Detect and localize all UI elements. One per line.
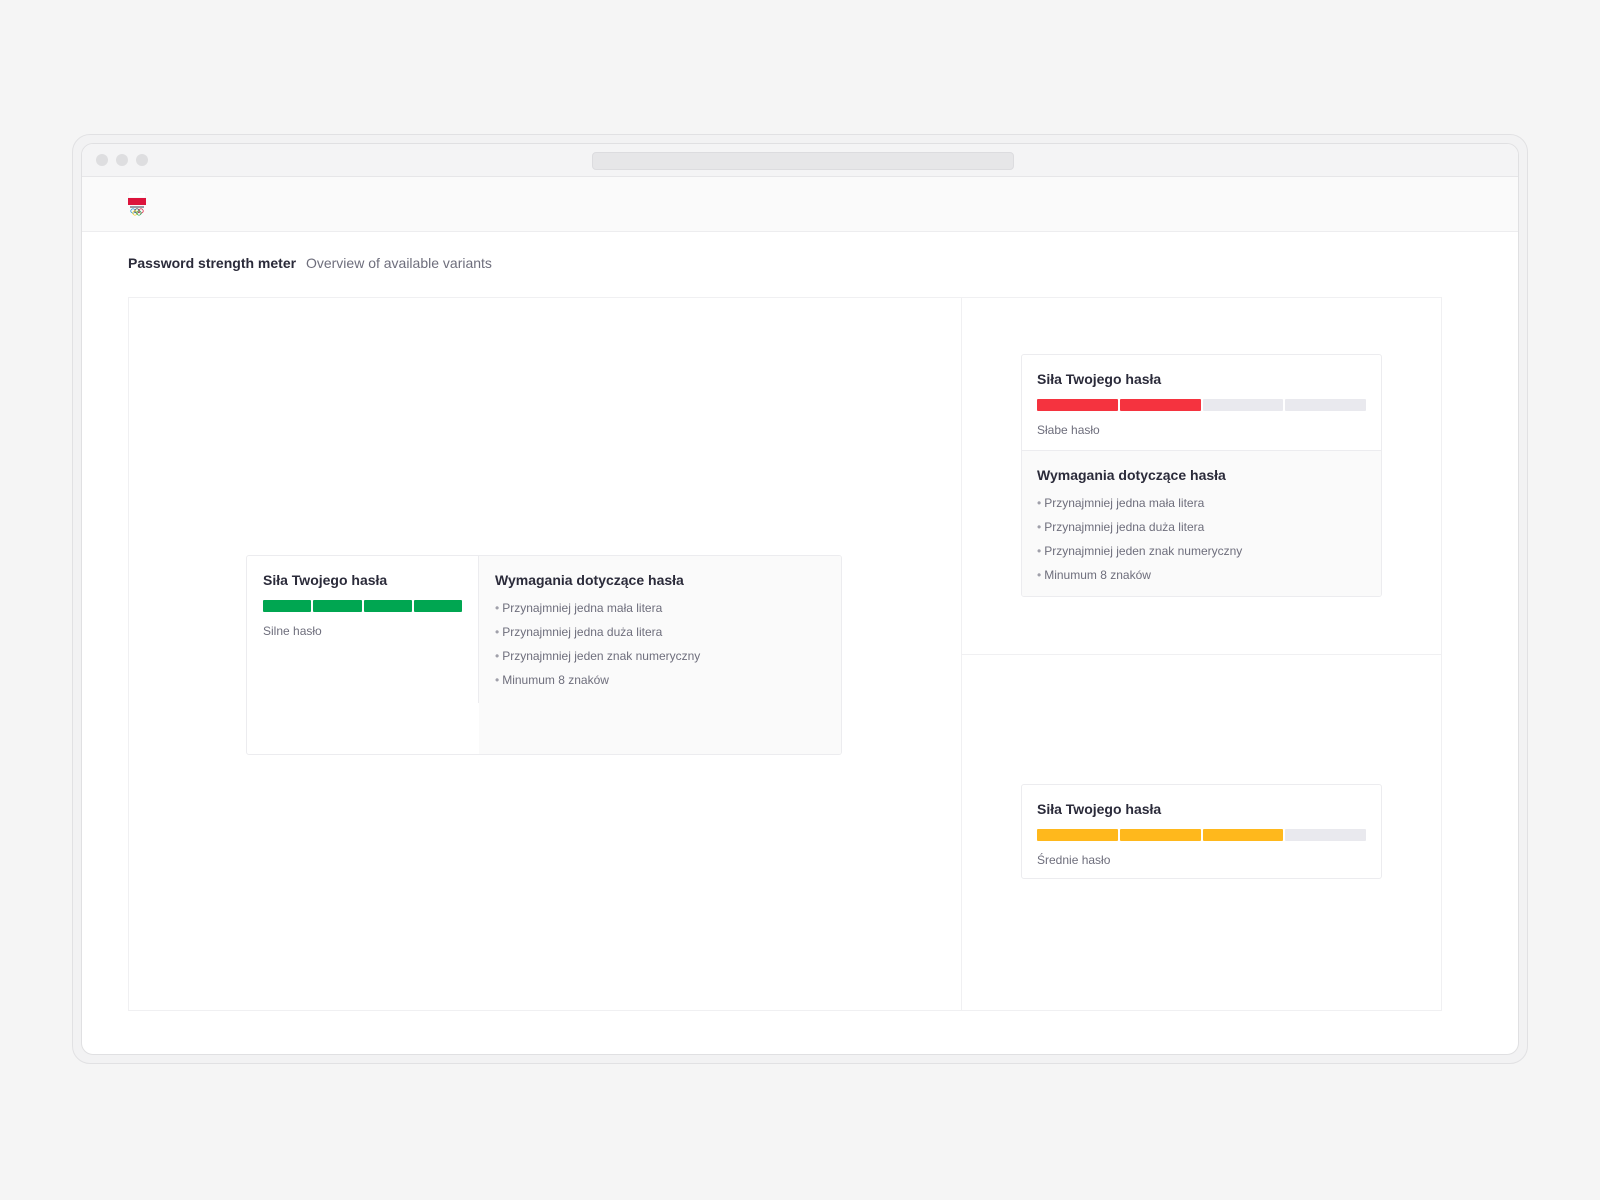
password-meter-card-vertical: Siła Twojego hasła Słabe hasło Wymagania… [1021, 354, 1382, 597]
strength-segment [1202, 399, 1284, 411]
bullet-icon: • [495, 601, 500, 615]
bullet-icon: • [495, 625, 500, 639]
requirement-text: Przynajmniej jeden znak numeryczny [1044, 544, 1243, 558]
requirement-item: • Minumum 8 znaków [1037, 563, 1366, 587]
requirement-text: Przynajmniej jedna mała litera [502, 601, 663, 615]
requirement-text: Minumum 8 znaków [1044, 568, 1151, 582]
strength-label: Silne hasło [263, 624, 322, 638]
requirement-text: Przynajmniej jedna duża litera [502, 625, 663, 639]
address-bar[interactable] [592, 152, 1014, 170]
strength-panel: Siła Twojego hasła Średnie hasło [1022, 785, 1381, 878]
requirements-list: • Przynajmniej jedna mała litera • Przynaj… [495, 596, 825, 692]
strength-segment [1202, 829, 1284, 841]
requirement-item: • Przynajmniej jedna mała litera [495, 596, 825, 620]
strength-bar [263, 600, 462, 612]
page-subtitle: Overview of available variants [305, 255, 492, 271]
bullet-icon: • [1037, 568, 1042, 582]
browser-frame: Password strength meter Overview of avai… [72, 134, 1528, 1064]
requirements-title: Wymagania dotyczące hasła [495, 572, 684, 588]
requirement-item: • Przynajmniej jedna duża litera [1037, 515, 1366, 539]
strength-segment [363, 600, 412, 612]
password-meter-card-horizontal: Siła Twojego hasła Silne hasło Wymagania… [246, 555, 842, 755]
variant-area-vertical: Siła Twojego hasła Słabe hasło Wymagania… [962, 298, 1441, 655]
requirement-item: • Przynajmniej jeden znak numeryczny [1037, 539, 1366, 563]
variant-area-simple: Siła Twojego hasła Średnie hasło [962, 655, 1441, 1010]
strength-segment [1119, 829, 1201, 841]
variant-area-horizontal: Siła Twojego hasła Silne hasło Wymagania… [129, 298, 962, 1010]
strength-segment [263, 600, 312, 612]
strength-segment [1285, 399, 1366, 411]
app-header [82, 177, 1518, 232]
strength-segment [1037, 399, 1118, 411]
requirements-panel: Wymagania dotyczące hasła • Przynajmniej … [1022, 451, 1381, 596]
strength-bar [1037, 399, 1366, 411]
requirement-item: • Przynajmniej jedna mała litera [1037, 491, 1366, 515]
strength-panel: Siła Twojego hasła Silne hasło [247, 556, 479, 703]
browser-chrome-bar [82, 144, 1518, 177]
strength-label: Średnie hasło [1037, 853, 1111, 867]
bullet-icon: • [495, 673, 500, 687]
requirement-text: Minumum 8 znaków [502, 673, 609, 687]
strength-segment [1285, 829, 1366, 841]
password-meter-card-simple: Siła Twojego hasła Średnie hasło [1021, 784, 1382, 879]
browser-window: Password strength meter Overview of avai… [81, 143, 1519, 1055]
poland-olympic-logo-icon[interactable] [128, 192, 146, 216]
requirement-text: Przynajmniej jedna duża litera [1044, 520, 1205, 534]
strength-title: Siła Twojego hasła [263, 572, 388, 588]
bullet-icon: • [495, 649, 500, 663]
variants-canvas: Siła Twojego hasła Silne hasło Wymagania… [128, 297, 1442, 1011]
requirement-text: Przynajmniej jeden znak numeryczny [502, 649, 701, 663]
requirement-item: • Przynajmniej jeden znak numeryczny [495, 644, 825, 668]
strength-title: Siła Twojego hasła [1037, 801, 1162, 817]
requirement-text: Przynajmniej jedna mała litera [1044, 496, 1205, 510]
strength-title: Siła Twojego hasła [1037, 371, 1162, 387]
strength-segment [413, 600, 462, 612]
requirements-title: Wymagania dotyczące hasła [1037, 467, 1226, 483]
window-minimize-dot[interactable] [116, 154, 128, 166]
requirement-item: • Minumum 8 znaków [495, 668, 825, 692]
page-title: Password strength meter [128, 255, 297, 271]
strength-bar [1037, 829, 1366, 841]
bullet-icon: • [1037, 520, 1042, 534]
strength-label: Słabe hasło [1037, 423, 1100, 437]
bullet-icon: • [1037, 544, 1042, 558]
strength-panel: Siła Twojego hasła Słabe hasło [1022, 355, 1381, 451]
strength-segment [313, 600, 362, 612]
requirements-panel: Wymagania dotyczące hasła • Przynajmniej … [479, 556, 841, 754]
strength-segment [1037, 829, 1118, 841]
page-heading: Password strength meter Overview of avai… [128, 255, 492, 271]
requirements-list: • Przynajmniej jedna mała litera • Przynaj… [1037, 491, 1366, 587]
requirement-item: • Przynajmniej jedna duża litera [495, 620, 825, 644]
window-close-dot[interactable] [96, 154, 108, 166]
strength-segment [1119, 399, 1201, 411]
bullet-icon: • [1037, 496, 1042, 510]
window-maximize-dot[interactable] [136, 154, 148, 166]
